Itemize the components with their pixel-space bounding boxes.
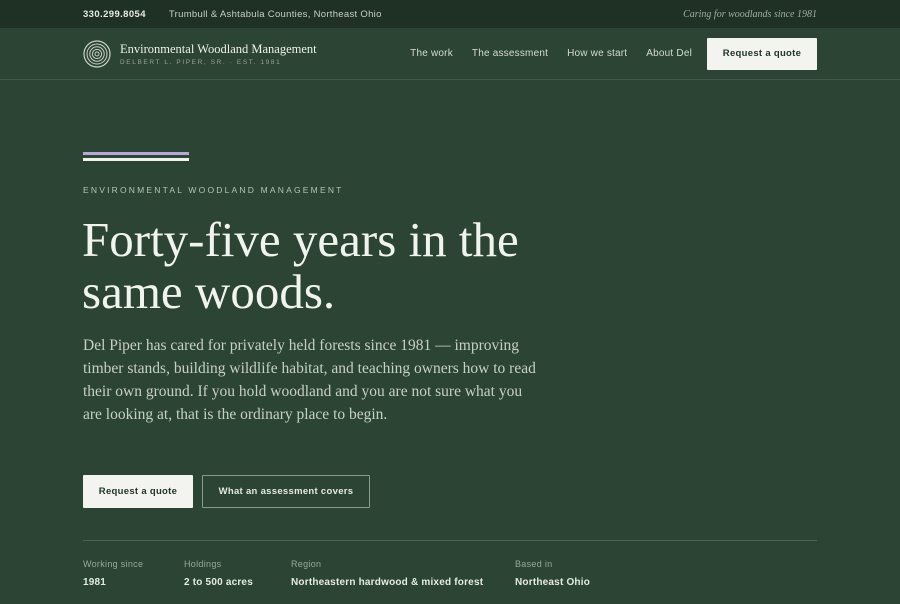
request-quote-button[interactable]: Request a quote [83, 475, 193, 508]
stat-label: Based in [515, 559, 553, 569]
stat-based-in: Based in Northeast Ohio [515, 559, 590, 588]
nav-links: The work The assessment How we start Abo… [391, 37, 817, 70]
brand[interactable]: Environmental Woodland Management DELBER… [120, 42, 317, 66]
stat-region: Region Northeastern hardwood & mixed for… [291, 559, 483, 588]
brand-subtitle: DELBERT L. PIPER, SR. · EST. 1981 [120, 58, 282, 66]
brand-name: Environmental Woodland Management [120, 41, 317, 56]
top-bar: 330.299.8054 Trumbull & Ashtabula Counti… [0, 0, 900, 28]
stat-label: Working since [83, 559, 144, 569]
stat-working-since: Working since 1981 [83, 559, 143, 588]
phone-number[interactable]: 330.299.8054 [83, 9, 146, 20]
main-navigation: Environmental Woodland Management DELBER… [0, 28, 900, 80]
nav-link-the-assessment[interactable]: The assessment [472, 48, 548, 59]
stats-divider [83, 540, 817, 541]
nav-link-how-we-start[interactable]: How we start [567, 48, 627, 59]
nav-request-quote-button[interactable]: Request a quote [707, 37, 817, 70]
stat-value: 2 to 500 acres [184, 577, 253, 588]
stat-holdings: Holdings 2 to 500 acres [184, 559, 253, 588]
nav-link-the-work[interactable]: The work [410, 48, 453, 59]
stat-label: Region [291, 559, 322, 569]
assessment-covers-button[interactable]: What an assessment covers [202, 475, 370, 508]
decorative-rule [83, 152, 189, 161]
hero-lede: Del Piper has cared for privately held f… [83, 337, 536, 423]
stat-label: Holdings [184, 559, 222, 569]
stat-value: Northeast Ohio [515, 577, 591, 588]
hero-headline: Forty-five years in the same woods. [82, 212, 519, 319]
tree-ring-icon[interactable] [83, 39, 111, 68]
hero-eyebrow: ENVIRONMENTAL WOODLAND MANAGEMENT [83, 185, 344, 195]
nav-link-about-del[interactable]: About Del [646, 48, 692, 59]
tagline: Caring for woodlands since 1981 [683, 8, 817, 20]
stat-value: Northeastern hardwood & mixed forest [291, 577, 484, 588]
service-region: Trumbull & Ashtabula Counties, Northeast… [168, 8, 382, 20]
stat-value: 1981 [83, 577, 107, 588]
